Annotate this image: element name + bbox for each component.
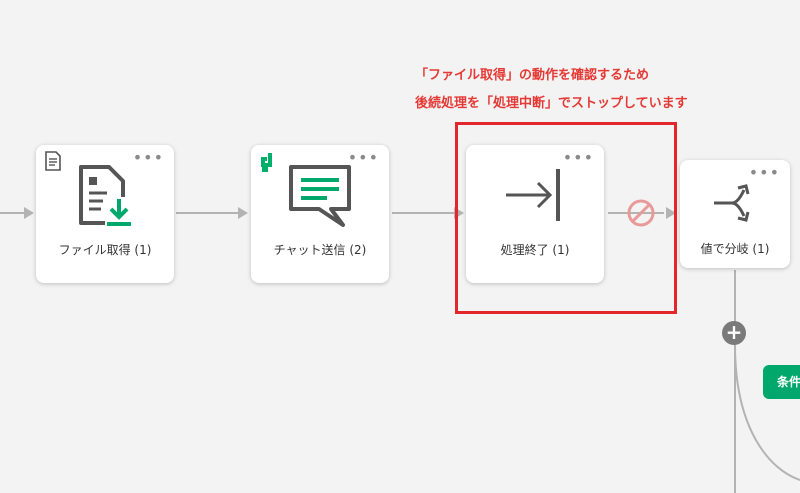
condition-tag[interactable]: 条件 bbox=[763, 365, 800, 399]
flow-node-branch-by-value[interactable]: ••• 値で分岐 (1) bbox=[680, 160, 790, 268]
annotation-line-1: 「ファイル取得」の動作を確認するため bbox=[415, 68, 650, 83]
node-menu-button[interactable]: ••• bbox=[133, 150, 164, 166]
node-menu-button[interactable]: ••• bbox=[348, 150, 379, 166]
node-menu-button[interactable]: ••• bbox=[749, 165, 780, 181]
flow-node-chat-send[interactable]: ••• チャット送信 (2) bbox=[251, 145, 389, 283]
annotation-line-2: 後続処理を「処理中断」でストップしています bbox=[415, 96, 688, 111]
file-download-icon bbox=[36, 163, 174, 227]
node-label: 値で分岐 (1) bbox=[700, 242, 770, 256]
highlight-box bbox=[455, 122, 677, 314]
branch-split-icon bbox=[680, 178, 790, 228]
flow-node-file-get[interactable]: ••• ファイル取得 (1) bbox=[36, 145, 174, 283]
node-label: ファイル取得 (1) bbox=[58, 243, 152, 257]
node-label: チャット送信 (2) bbox=[273, 243, 367, 257]
annotation-text: 「ファイル取得」の動作を確認するため 後続処理を「処理中断」でストップしています bbox=[415, 62, 688, 118]
chat-message-icon bbox=[251, 163, 389, 229]
add-node-button[interactable]: + bbox=[722, 321, 746, 345]
